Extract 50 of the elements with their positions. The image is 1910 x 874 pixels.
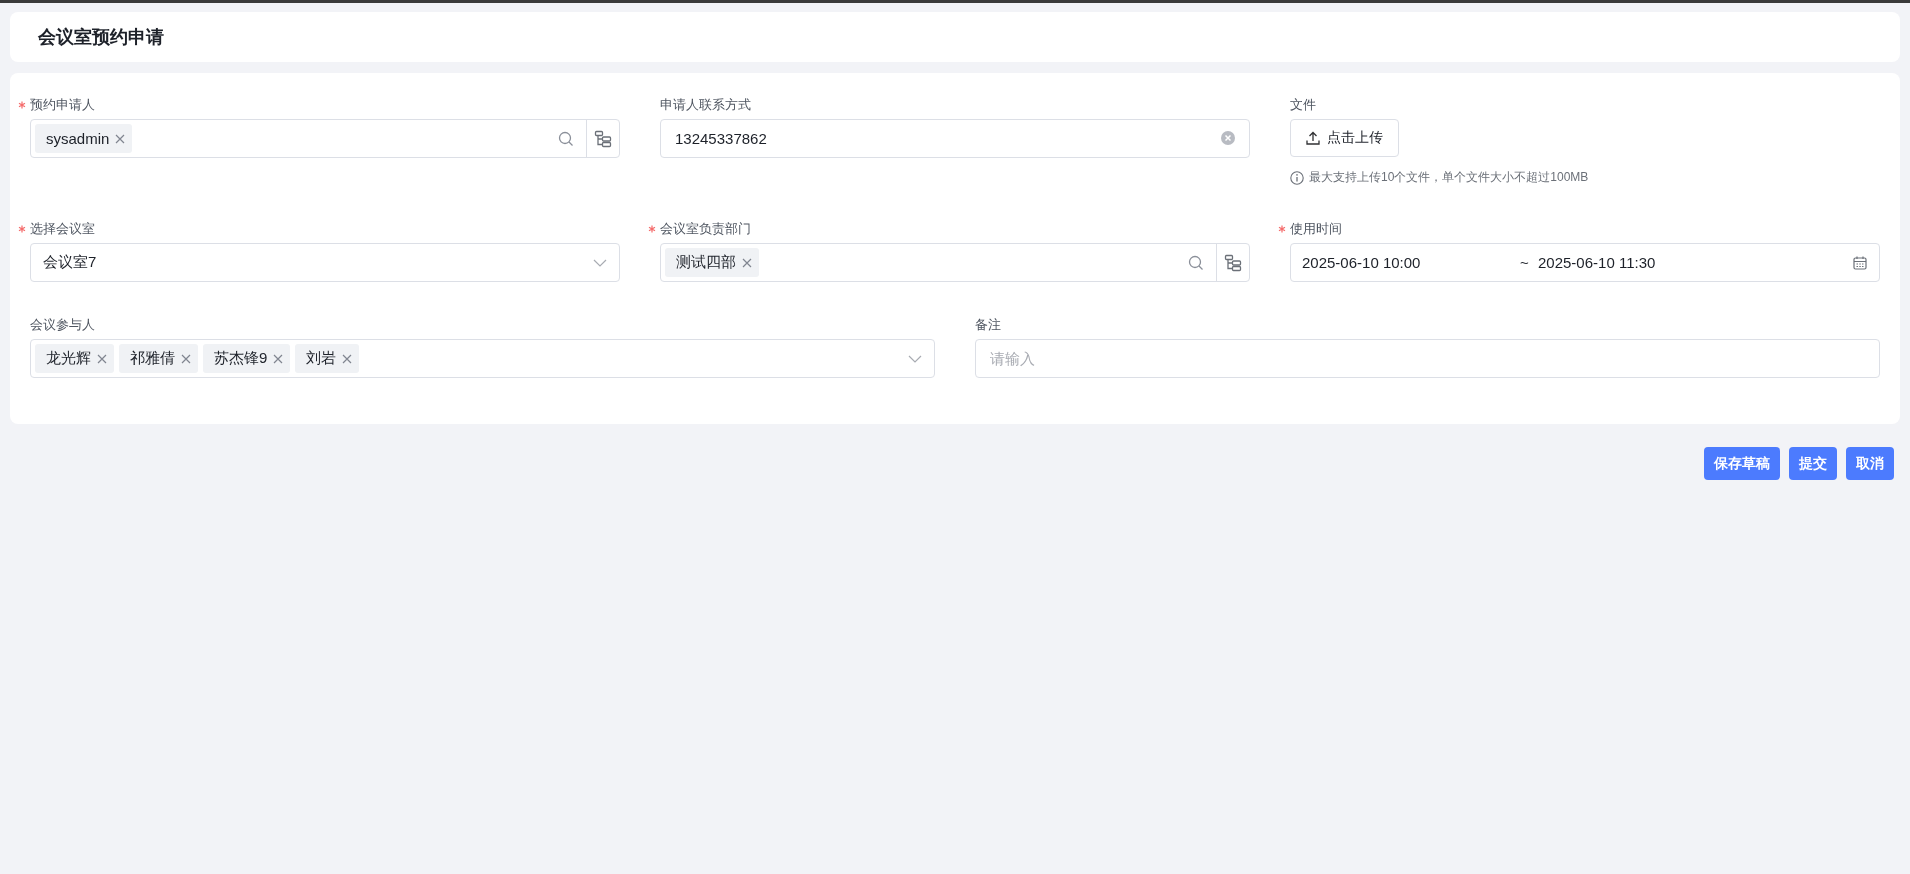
selected-tag: 测试四部 [665,248,759,277]
end-time-text: 2025-06-10 11:30 [1538,254,1657,271]
field-label: 申请人联系方式 [660,96,751,114]
date-range-field[interactable]: 2025-06-10 10:00 ~ 2025-06-10 11:30 [1290,243,1880,282]
close-icon[interactable] [181,353,191,364]
upload-hint: 最大支持上传10个文件，单个文件大小不超过100MB [1309,169,1589,186]
required-asterisk-icon [18,101,26,109]
participant-tag: 刘岩 [295,344,360,373]
range-separator: ~ [1520,254,1530,271]
input-field[interactable]: 13245337862 [660,119,1250,158]
tree-icon[interactable] [1224,253,1242,272]
action-button[interactable]: 取消 [1846,447,1894,480]
close-icon[interactable] [115,133,126,144]
participant-tag: 祁雅倩 [119,344,198,373]
upload-button[interactable]: 点击上传 [1290,119,1399,157]
info-icon [1290,170,1304,185]
field-label: 选择会议室 [30,220,95,238]
selected-tag: sysadmin [35,124,133,153]
chevron-down-icon [593,258,607,267]
field-label: 使用时间 [1290,220,1342,238]
field-label: 会议室负责部门 [660,220,751,238]
close-icon[interactable] [273,353,284,364]
close-icon[interactable] [97,353,107,364]
search-icon[interactable] [1188,254,1204,271]
field-label: 预约申请人 [30,96,95,114]
field-label: 会议参与人 [30,316,95,334]
page-title: 会议室预约申请 [38,26,164,49]
participant-tag: 苏杰锋9 [203,344,291,373]
required-asterisk-icon [1278,225,1286,233]
chevron-down-icon [908,354,922,363]
close-icon[interactable] [342,353,353,364]
clear-icon[interactable] [1220,130,1236,146]
select-field[interactable]: 会议室7 [30,243,620,282]
input-field[interactable]: 请输入 [975,339,1880,378]
search-icon[interactable] [558,130,574,147]
action-button[interactable]: 保存草稿 [1704,447,1780,480]
required-asterisk-icon [18,225,26,233]
participant-tag: 龙光辉 [35,344,114,373]
upload-icon [1306,131,1320,145]
field-label: 文件 [1290,96,1316,114]
multi-select-field[interactable]: 龙光辉 祁雅倩 苏杰锋9 刘岩 [30,339,935,378]
picker-field[interactable]: 测试四部 [660,243,1250,282]
close-icon[interactable] [742,257,752,268]
tree-icon[interactable] [594,129,612,148]
start-time-text: 2025-06-10 10:00 [1302,254,1422,271]
picker-field[interactable]: sysadmin [30,119,620,158]
required-asterisk-icon [648,225,656,233]
action-button[interactable]: 提交 [1789,447,1837,480]
calendar-icon[interactable] [1853,255,1867,270]
field-label: 备注 [975,316,1001,334]
